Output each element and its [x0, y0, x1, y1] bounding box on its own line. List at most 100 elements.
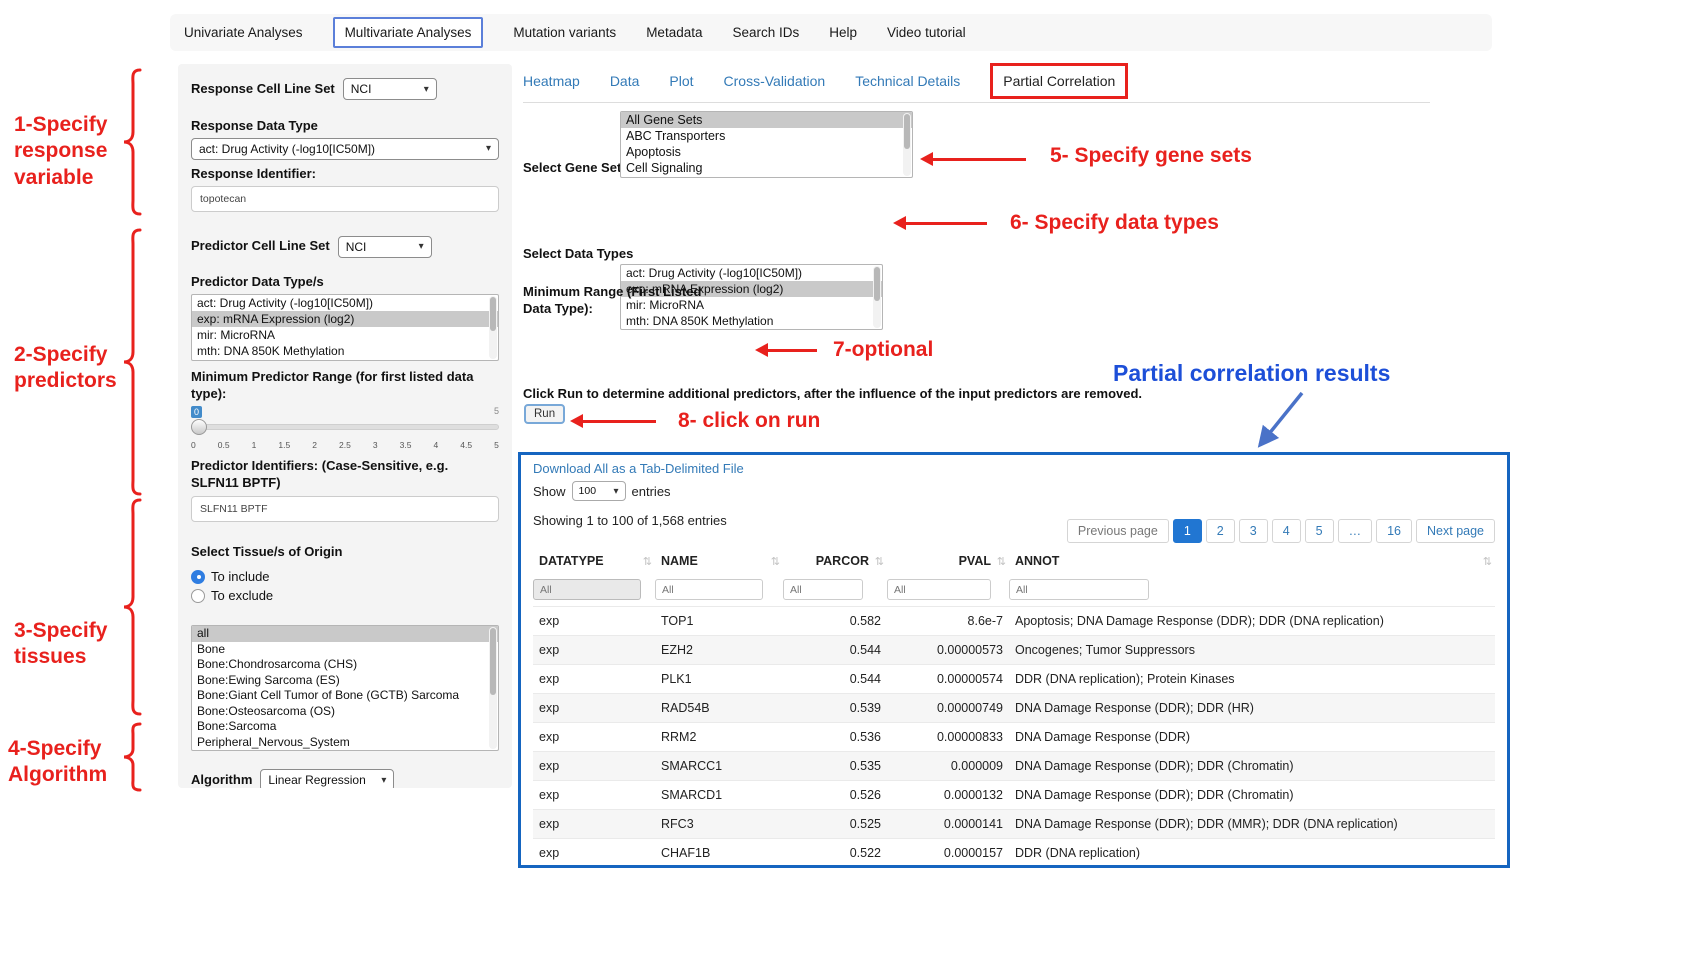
sort-icon[interactable]: ⇅ [875, 555, 884, 568]
listbox-option[interactable]: Peripheral_Nervous_System [192, 735, 498, 751]
nav-item[interactable]: Mutation variants [513, 25, 616, 40]
response-identifier-input[interactable] [191, 186, 499, 212]
listbox-option[interactable]: ABC Transporters [621, 128, 912, 144]
result-row[interactable]: exp RAD54B 0.539 0.00000749 DNA Damage R… [533, 694, 1495, 723]
scrollbar-thumb[interactable] [904, 114, 910, 149]
listbox-option[interactable]: Bone:Osteosarcoma (OS) [192, 704, 498, 720]
nav-item[interactable]: Multivariate Analyses [333, 17, 484, 48]
download-link[interactable]: Download All as a Tab-Delimited File [533, 461, 744, 476]
tab[interactable]: Cross-Validation [724, 73, 826, 89]
tab[interactable]: Partial Correlation [990, 63, 1128, 99]
radio-unchecked-icon[interactable] [191, 589, 205, 603]
listbox-option[interactable]: exp: mRNA Expression (log2) [192, 311, 498, 327]
tab[interactable]: Plot [669, 73, 693, 89]
scrollbar-thumb[interactable] [490, 297, 496, 332]
listbox-option[interactable]: Bone:Ewing Sarcoma (ES) [192, 673, 498, 689]
nav-item[interactable]: Help [829, 25, 857, 40]
page-number-button[interactable]: 16 [1376, 519, 1412, 543]
sort-icon[interactable]: ⇅ [643, 555, 652, 568]
page-number-button[interactable]: 3 [1239, 519, 1268, 543]
scrollbar[interactable] [903, 113, 911, 176]
listbox-option[interactable]: Apoptosis [621, 144, 912, 160]
listbox-option[interactable]: all [192, 626, 498, 642]
cell-datatype: exp [533, 781, 655, 810]
sort-icon[interactable]: ⇅ [1483, 555, 1492, 568]
result-row[interactable]: exp SMARCD1 0.526 0.0000132 DNA Damage R… [533, 781, 1495, 810]
slider-tick-label: 4.5 [460, 440, 472, 450]
listbox-option[interactable]: Bone [192, 642, 498, 658]
filter-annot[interactable] [1009, 579, 1149, 600]
predictor-identifiers-input[interactable] [191, 496, 499, 522]
page-number-button[interactable]: 5 [1305, 519, 1334, 543]
cell-name: RRM2 [655, 723, 783, 752]
page-number-button[interactable]: 2 [1206, 519, 1235, 543]
column-header-datatype[interactable]: DATATYPE⇅ [533, 546, 655, 576]
filter-pval[interactable] [887, 579, 991, 600]
cell-parcor: 0.582 [783, 607, 887, 636]
nav-item[interactable]: Univariate Analyses [184, 25, 303, 40]
pagination: Previous page 1 2 3 4 5 … 16 Next page [1067, 519, 1495, 543]
predictor-data-types-listbox[interactable]: act: Drug Activity (-log10[IC50M]) exp: … [191, 294, 499, 361]
listbox-option[interactable]: mth: DNA 850K Methylation [192, 343, 498, 359]
radio-checked-icon[interactable] [191, 570, 205, 584]
chevron-down-icon: ▾ [486, 143, 491, 154]
page-number-button[interactable]: 4 [1272, 519, 1301, 543]
listbox-option[interactable]: Bone:Sarcoma [192, 719, 498, 735]
result-row[interactable]: exp TOP1 0.582 8.6e-7 Apoptosis; DNA Dam… [533, 607, 1495, 636]
result-row[interactable]: exp SMARCC1 0.535 0.000009 DNA Damage Re… [533, 752, 1495, 781]
scrollbar[interactable] [489, 627, 497, 749]
filter-name[interactable] [655, 579, 763, 600]
tissues-listbox[interactable]: all Bone Bone:Chondrosarcoma (CHS) Bone:… [191, 625, 499, 751]
response-cell-line-set-select[interactable]: NCI ▾ [343, 78, 437, 100]
slider-handle[interactable] [191, 419, 207, 435]
listbox-option[interactable]: act: Drug Activity (-log10[IC50M]) [621, 265, 882, 281]
nav-item[interactable]: Metadata [646, 25, 702, 40]
run-button[interactable]: Run [524, 404, 565, 424]
tab[interactable]: Heatmap [523, 73, 580, 89]
tab[interactable]: Technical Details [855, 73, 960, 89]
column-header-parcor[interactable]: PARCOR⇅ [783, 546, 887, 576]
cell-annot: Oncogenes; Tumor Suppressors [1009, 636, 1495, 665]
page-number-button[interactable]: … [1338, 519, 1373, 543]
arrow-to-data-types [905, 222, 987, 225]
column-header-pval[interactable]: PVAL⇅ [887, 546, 1009, 576]
previous-page-button[interactable]: Previous page [1067, 519, 1169, 543]
min-predictor-range-slider[interactable]: 0 5 00.511.522.533.544.55 [191, 406, 499, 452]
listbox-option[interactable]: act: Drug Activity (-log10[IC50M]) [192, 295, 498, 311]
predictor-cell-line-set-select[interactable]: NCI ▾ [338, 236, 432, 258]
page-length-select[interactable]: 100 ▾ [572, 481, 626, 501]
result-row[interactable]: exp PLK1 0.544 0.00000574 DDR (DNA repli… [533, 665, 1495, 694]
scrollbar[interactable] [489, 296, 497, 359]
result-row[interactable]: exp CHAF1B 0.522 0.0000157 DDR (DNA repl… [533, 839, 1495, 868]
column-header-annot[interactable]: ANNOT⇅ [1009, 546, 1495, 576]
nav-item[interactable]: Search IDs [732, 25, 799, 40]
listbox-option[interactable]: Bone:Giant Cell Tumor of Bone (GCTB) Sar… [192, 688, 498, 704]
tissue-include-radio[interactable]: To include [191, 567, 499, 586]
result-row[interactable]: exp EZH2 0.544 0.00000573 Oncogenes; Tum… [533, 636, 1495, 665]
filter-datatype[interactable] [533, 579, 641, 600]
listbox-option[interactable]: Bone:Chondrosarcoma (CHS) [192, 657, 498, 673]
annotation-step8: 8- click on run [678, 408, 820, 434]
column-header-name[interactable]: NAME⇅ [655, 546, 783, 576]
tab[interactable]: Data [610, 73, 640, 89]
slider-track[interactable] [191, 424, 499, 430]
filter-parcor[interactable] [783, 579, 863, 600]
listbox-option[interactable]: mir: MicroRNA [192, 327, 498, 343]
scrollbar-thumb[interactable] [874, 267, 880, 301]
sort-icon[interactable]: ⇅ [771, 555, 780, 568]
listbox-option[interactable]: All Gene Sets [621, 112, 912, 128]
sort-icon[interactable]: ⇅ [997, 555, 1006, 568]
page-number-button[interactable]: 1 [1173, 519, 1202, 543]
nav-item[interactable]: Video tutorial [887, 25, 966, 40]
scrollbar-thumb[interactable] [490, 628, 496, 695]
result-row[interactable]: exp RFC3 0.525 0.0000141 DNA Damage Resp… [533, 810, 1495, 839]
listbox-option[interactable]: Cell Signaling [621, 160, 912, 176]
tissue-exclude-radio[interactable]: To exclude [191, 586, 499, 605]
next-page-button[interactable]: Next page [1416, 519, 1495, 543]
response-data-type-select[interactable]: act: Drug Activity (-log10[IC50M]) ▾ [191, 138, 499, 160]
algorithm-select[interactable]: Linear Regression ▾ [260, 769, 394, 788]
scrollbar[interactable] [873, 266, 881, 328]
predictor-cell-line-set-label: Predictor Cell Line Set [191, 238, 330, 255]
gene-sets-listbox[interactable]: All Gene Sets ABC Transporters Apoptosis… [620, 111, 913, 178]
result-row[interactable]: exp RRM2 0.536 0.00000833 DNA Damage Res… [533, 723, 1495, 752]
